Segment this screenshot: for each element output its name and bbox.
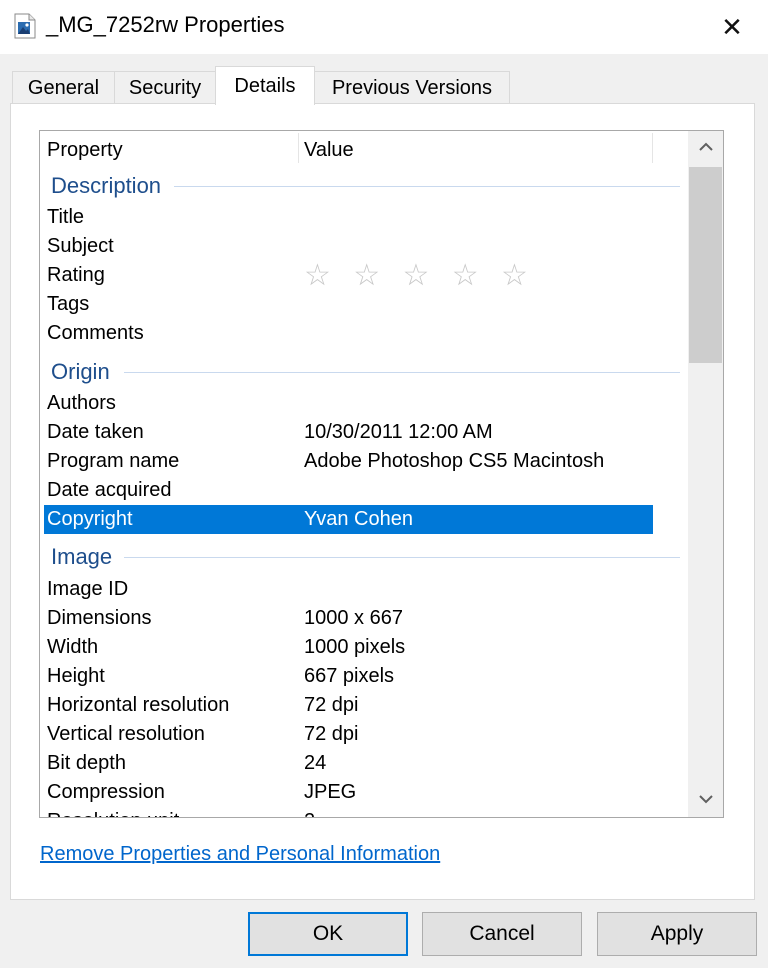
property-name: Dimensions	[47, 607, 152, 629]
chevron-up-icon	[698, 139, 714, 157]
property-name: Program name	[47, 450, 180, 472]
property-row-comments[interactable]: Comments	[44, 319, 653, 348]
property-row-date-acquired[interactable]: Date acquired	[44, 476, 653, 505]
ok-button[interactable]: OK	[248, 912, 408, 956]
property-row-tags[interactable]: Tags	[44, 290, 653, 319]
close-icon: ✕	[721, 11, 743, 42]
property-value: 1000 pixels	[304, 636, 406, 658]
property-name: Vertical resolution	[47, 723, 205, 745]
property-row-image-id[interactable]: Image ID	[44, 575, 653, 604]
rating-stars[interactable]: ☆ ☆ ☆ ☆ ☆	[304, 261, 535, 291]
column-header-value[interactable]: Value	[304, 131, 652, 167]
tab-strip: General Security Details Previous Versio…	[0, 54, 768, 105]
column-divider[interactable]	[652, 133, 653, 163]
property-name: Bit depth	[47, 752, 126, 774]
property-value: Adobe Photoshop CS5 Macintosh	[304, 450, 605, 472]
property-name: Comments	[47, 322, 144, 344]
group-image: Image	[40, 542, 688, 572]
group-origin: Origin	[40, 357, 688, 387]
tab-general[interactable]: General	[12, 71, 115, 104]
property-value: 1000 x 667	[304, 607, 403, 629]
remove-properties-link[interactable]: Remove Properties and Personal Informati…	[40, 840, 440, 868]
column-divider[interactable]	[298, 133, 299, 163]
tab-details[interactable]: Details	[215, 66, 315, 105]
group-label: Origin	[51, 359, 110, 384]
tab-security[interactable]: Security	[114, 71, 216, 104]
group-divider	[124, 557, 680, 558]
star-icon[interactable]: ☆	[403, 261, 437, 291]
property-row-date-taken[interactable]: Date taken 10/30/2011 12:00 AM	[44, 418, 653, 447]
property-value: JPEG	[304, 781, 357, 803]
group-divider	[174, 186, 680, 187]
property-name: Subject	[47, 235, 114, 257]
property-value: 24	[304, 752, 327, 774]
property-row-width[interactable]: Width 1000 pixels	[44, 633, 653, 662]
property-value: Yvan Cohen	[304, 508, 413, 530]
property-value: 667 pixels	[304, 665, 395, 687]
group-label: Image	[51, 544, 113, 569]
scroll-down-button[interactable]	[688, 783, 723, 817]
group-description: Description	[40, 171, 688, 201]
apply-button[interactable]: Apply	[597, 912, 757, 956]
property-name: Rating	[47, 264, 105, 286]
property-name: Tags	[47, 293, 90, 315]
scrollbar-thumb[interactable]	[689, 167, 722, 363]
property-row-copyright[interactable]: Copyright Yvan Cohen	[44, 505, 653, 534]
property-row-compression[interactable]: Compression JPEG	[44, 778, 653, 807]
property-value: 72 dpi	[304, 723, 359, 745]
star-icon[interactable]: ☆	[501, 261, 535, 291]
star-icon[interactable]: ☆	[304, 261, 338, 291]
property-row-height[interactable]: Height 667 pixels	[44, 662, 653, 691]
chevron-down-icon	[698, 791, 714, 809]
title-bar: _MG_7252rw Properties ✕	[0, 0, 768, 54]
property-name: Copyright	[47, 508, 133, 530]
tab-previous-versions[interactable]: Previous Versions	[314, 71, 510, 104]
property-row-authors[interactable]: Authors	[44, 389, 653, 418]
property-row-bit-depth[interactable]: Bit depth 24	[44, 749, 653, 778]
property-name: Image ID	[47, 578, 129, 600]
property-name: Date taken	[47, 421, 144, 443]
property-row-subject[interactable]: Subject	[44, 232, 653, 261]
image-file-icon	[14, 13, 36, 39]
property-name: Title	[47, 206, 85, 228]
property-name: Resolution unit	[47, 807, 179, 817]
cancel-button[interactable]: Cancel	[422, 912, 582, 956]
property-value: 72 dpi	[304, 694, 359, 716]
vertical-scrollbar[interactable]	[688, 131, 723, 817]
property-row-dimensions[interactable]: Dimensions 1000 x 667	[44, 604, 653, 633]
property-name: Height	[47, 665, 105, 687]
property-row-vertical-resolution[interactable]: Vertical resolution 72 dpi	[44, 720, 653, 749]
property-list-content: Property Value Description Title Subject…	[40, 131, 688, 817]
property-name: Compression	[47, 781, 165, 803]
property-value: 10/30/2011 12:00 AM	[304, 421, 493, 443]
property-name: Horizontal resolution	[47, 694, 230, 716]
property-name: Width	[47, 636, 99, 658]
property-row-program-name[interactable]: Program name Adobe Photoshop CS5 Macinto…	[44, 447, 653, 476]
scroll-up-button[interactable]	[688, 131, 723, 165]
property-name: Date acquired	[47, 479, 172, 501]
property-list[interactable]: Property Value Description Title Subject…	[39, 130, 724, 818]
close-button[interactable]: ✕	[696, 0, 768, 54]
property-value: 2	[304, 807, 315, 817]
column-header-property[interactable]: Property	[47, 131, 297, 167]
star-icon[interactable]: ☆	[353, 261, 387, 291]
property-name: Authors	[47, 392, 116, 414]
window-title: _MG_7252rw Properties	[46, 12, 285, 37]
property-row-title[interactable]: Title	[44, 203, 653, 232]
star-icon[interactable]: ☆	[452, 261, 486, 291]
group-divider	[124, 372, 680, 373]
property-row-resolution-unit[interactable]: Resolution unit 2	[44, 807, 653, 817]
property-row-horizontal-resolution[interactable]: Horizontal resolution 72 dpi	[44, 691, 653, 720]
group-label: Description	[51, 173, 162, 198]
property-row-rating[interactable]: Rating ☆ ☆ ☆ ☆ ☆	[44, 261, 653, 291]
